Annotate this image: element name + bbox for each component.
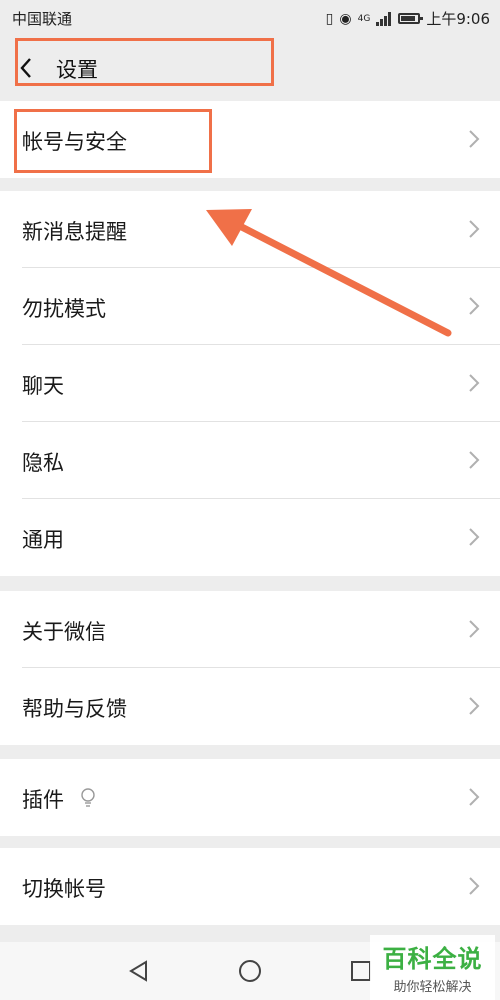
status-bar: 中国联通 ▯ ◉ 4G 上午9:06 [0, 0, 500, 34]
settings-item-label: 隐私 [22, 451, 64, 475]
chevron-right-icon [469, 528, 480, 546]
chevron-right-icon [469, 451, 480, 469]
settings-item-switch-account[interactable]: 切换帐号 [0, 848, 500, 925]
settings-item-account-security[interactable]: 帐号与安全 [0, 101, 500, 178]
settings-item-label: 通用 [22, 528, 64, 552]
settings-item-about-wechat[interactable]: 关于微信 [0, 591, 500, 668]
settings-group-account: 帐号与安全 [0, 101, 500, 178]
page-title: 设置 [56, 58, 98, 82]
signal-icon [376, 11, 392, 26]
battery-icon [398, 13, 424, 24]
nav-back-icon[interactable] [124, 956, 154, 986]
chevron-right-icon [469, 297, 480, 315]
settings-item-label: 帮助与反馈 [22, 697, 127, 721]
chevron-right-icon [469, 374, 480, 392]
back-button[interactable] [12, 52, 44, 84]
settings-group-about: 关于微信 帮助与反馈 [0, 591, 500, 745]
network-type: 4G [357, 13, 371, 24]
settings-item-general[interactable]: 通用 [0, 499, 500, 576]
chevron-right-icon [469, 620, 480, 638]
settings-item-label: 插件 [22, 788, 64, 812]
settings-group-switch: 切换帐号 [0, 848, 500, 925]
title-bar: 设置 [0, 34, 500, 100]
settings-item-label: 聊天 [22, 374, 64, 398]
chevron-right-icon [469, 877, 480, 895]
watermark-logo: 百科全说 助你轻松解决 [370, 935, 495, 1000]
lightbulb-icon [81, 788, 95, 807]
watermark-subtitle: 助你轻松解决 [393, 980, 472, 995]
chevron-right-icon [469, 130, 480, 148]
settings-item-plugins[interactable]: 插件 [0, 759, 500, 836]
clock: 上午9:06 [426, 10, 490, 28]
chevron-right-icon [469, 788, 480, 806]
settings-group-general: 新消息提醒 勿扰模式 聊天 隐私 通用 [0, 191, 500, 576]
carrier-name: 中国联通 [12, 10, 73, 28]
settings-item-help-feedback[interactable]: 帮助与反馈 [0, 668, 500, 745]
settings-item-label: 关于微信 [22, 620, 106, 644]
vibrate-icon: ▯ [325, 10, 334, 27]
chevron-right-icon [469, 697, 480, 715]
settings-item-label: 新消息提醒 [22, 220, 127, 244]
settings-item-chat[interactable]: 聊天 [0, 345, 500, 422]
nav-home-icon[interactable] [235, 956, 265, 986]
settings-item-privacy[interactable]: 隐私 [0, 422, 500, 499]
chevron-right-icon [469, 220, 480, 238]
settings-group-plugins: 插件 [0, 759, 500, 836]
settings-item-label: 切换帐号 [22, 877, 106, 901]
watermark-title: 百科全说 [382, 945, 483, 973]
status-icons: ▯ ◉ 4G 上午9:06 [326, 8, 490, 29]
settings-item-do-not-disturb[interactable]: 勿扰模式 [0, 268, 500, 345]
settings-item-label: 勿扰模式 [22, 297, 106, 321]
eye-icon: ◉ [339, 10, 352, 27]
settings-item-label: 帐号与安全 [22, 130, 127, 154]
settings-item-notifications[interactable]: 新消息提醒 [0, 191, 500, 268]
